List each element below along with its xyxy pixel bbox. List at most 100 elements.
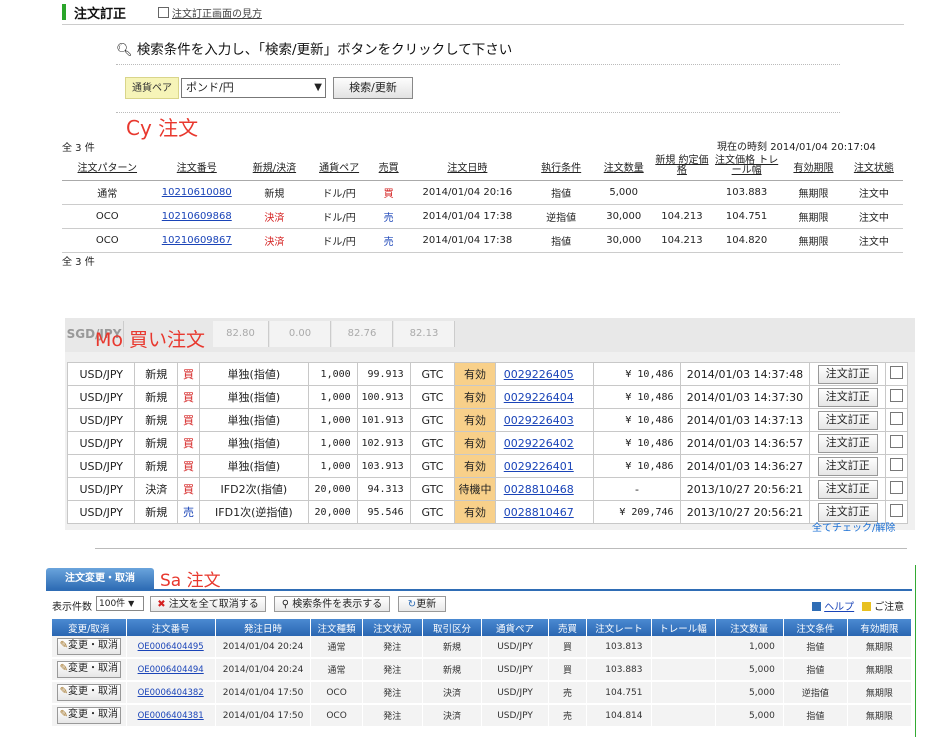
col-header[interactable]: 注文日時 (407, 152, 528, 181)
change-cancel-label: 変更・取消 (67, 686, 118, 697)
col-header[interactable]: 執行条件 (527, 152, 595, 181)
col-header[interactable]: 売買 (370, 152, 407, 181)
col-header: 注文数量 (715, 619, 784, 636)
row-checkbox[interactable] (890, 435, 904, 448)
annotation-mo: Mo 買い注文 (95, 329, 206, 351)
show-conditions-label: 検索条件を表示する (292, 599, 383, 610)
row-checkbox[interactable] (890, 458, 904, 471)
per-page-select[interactable]: 100件 ▼ (96, 596, 144, 611)
table-row: OCO 10210609868 決済 ドル/円 売 2014/01/04 17:… (62, 204, 903, 229)
divider (116, 112, 840, 113)
help-link-label[interactable]: 注文訂正画面の見方 (172, 9, 262, 20)
order-number-link[interactable]: 0029226401 (504, 460, 574, 473)
col-header[interactable]: 注文価格 トレール幅 (711, 152, 783, 181)
currency-pair-label: 通貨ペア (125, 77, 179, 99)
help-link[interactable]: ヘルプ (812, 598, 854, 613)
col-header[interactable]: 通貨ペア (307, 152, 371, 181)
order-edit-button[interactable]: 注文訂正 (817, 364, 878, 384)
order-number-link[interactable]: OE0006404381 (138, 711, 204, 721)
change-cancel-button[interactable]: ✎変更・取消 (56, 707, 121, 724)
search-icon: 🔍︎ (116, 43, 133, 58)
check-all-link[interactable]: 全てチェック/解除 (812, 519, 895, 534)
table-row: ✎変更・取消 OE0006404381 2014/01/04 17:50 OCO… (52, 704, 913, 728)
instruction-label: 検索条件を入力し、「検索/更新」ボタンをクリックして下さい (136, 42, 513, 58)
row-checkbox[interactable] (890, 412, 904, 425)
order-number-link[interactable]: OE0006404382 (138, 688, 204, 698)
pencil-icon: ✎ (59, 640, 68, 651)
table-header-row: 変更/取消 注文番号 発注日時 注文種類 注文状況 取引区分 通貨ペア 売買 注… (52, 619, 913, 636)
col-header[interactable]: 注文番号 (152, 152, 241, 181)
col-header: 発注日時 (215, 619, 312, 636)
sa-order-table: 変更/取消 注文番号 発注日時 注文種類 注文状況 取引区分 通貨ペア 売買 注… (52, 619, 913, 728)
col-header: 変更/取消 (52, 619, 127, 636)
col-header[interactable]: 新規/決済 (240, 152, 308, 181)
order-edit-button[interactable]: 注文訂正 (817, 456, 878, 476)
annotation-sa: Sa 注文 (160, 571, 221, 591)
col-header: 注文番号 (126, 619, 216, 636)
current-time: 現在の時刻 2014/01/04 20:17:04 (717, 138, 876, 153)
cancel-all-label: 注文を全て取消する (168, 599, 259, 610)
col-header[interactable]: 注文パターン (62, 152, 153, 181)
row-checkbox[interactable] (890, 504, 904, 517)
change-cancel-button[interactable]: ✎変更・取消 (56, 684, 121, 701)
notice-label[interactable]: ご注意 (874, 602, 904, 613)
order-number-link[interactable]: 10210609868 (162, 211, 232, 222)
order-number-link[interactable]: 10210610080 (162, 187, 232, 198)
change-cancel-button[interactable]: ✎変更・取消 (56, 638, 121, 655)
help-label[interactable]: ヘルプ (824, 602, 854, 613)
order-edit-button[interactable]: 注文訂正 (817, 410, 878, 430)
row-checkbox[interactable] (890, 366, 904, 379)
table-row: USD/JPY 新規 買 単独(指値) 1,000 103.913 GTC 有効… (66, 454, 908, 478)
annotation-cy: Cy 注文 (126, 116, 199, 140)
row-checkbox[interactable] (890, 481, 904, 494)
order-number-link[interactable]: 0029226403 (504, 414, 574, 427)
order-number-link[interactable]: OE0006404495 (138, 642, 204, 652)
table-row: ✎変更・取消 OE0006404382 2014/01/04 17:50 OCO… (52, 681, 913, 705)
order-edit-button[interactable]: 注文訂正 (817, 433, 878, 453)
col-header[interactable]: 新規 約定価格 (652, 152, 712, 181)
help-icon (812, 602, 821, 611)
order-number-link[interactable]: 0029226402 (504, 437, 574, 450)
order-number-link[interactable]: 0028810467 (504, 506, 574, 519)
table-row: USD/JPY 決済 買 IFD2次(指値) 20,000 94.313 GTC… (66, 477, 908, 501)
tab-order-change-cancel[interactable]: 注文変更・取消 (46, 568, 154, 589)
pencil-icon: ✎ (59, 663, 68, 674)
search-update-button[interactable]: 検索/更新 (333, 77, 413, 99)
col-header: 注文種類 (310, 619, 363, 636)
order-number-link[interactable]: 0028810468 (504, 483, 574, 496)
show-conditions-button[interactable]: ⚲ 検索条件を表示する (274, 596, 390, 612)
warning-icon (862, 602, 871, 611)
per-page-value: 100件 (99, 599, 126, 609)
chevron-down-icon: ▼ (314, 82, 322, 93)
cancel-all-button[interactable]: ✖ 注文を全て取消する (150, 596, 266, 612)
order-edit-button[interactable]: 注文訂正 (817, 387, 878, 407)
rate-strip-value: 0.00 (270, 321, 331, 347)
pencil-icon: ✎ (59, 709, 68, 720)
order-number-link[interactable]: OE0006404494 (138, 665, 204, 675)
col-header[interactable]: 有効期限 (782, 152, 845, 181)
order-number-link[interactable]: 10210609867 (162, 235, 232, 246)
change-cancel-button[interactable]: ✎変更・取消 (56, 661, 121, 678)
per-page-label: 表示件数 (52, 602, 92, 613)
help-link[interactable]: 注文訂正画面の見方 (158, 5, 262, 20)
refresh-icon: ↻ (407, 599, 417, 610)
table-row: USD/JPY 新規 買 単独(指値) 1,000 102.913 GTC 有効… (66, 431, 908, 455)
mo-order-table: USD/JPY 新規 買 単独(指値) 1,000 99.913 GTC 有効 … (66, 362, 908, 524)
section1-header: 注文訂正 注文訂正画面の見方 (62, 0, 904, 25)
refresh-button[interactable]: ↻更新 (398, 596, 446, 612)
refresh-label: 更新 (416, 599, 437, 610)
table-row: USD/JPY 新規 買 単独(指値) 1,000 100.913 GTC 有効… (66, 385, 908, 409)
currency-pair-select[interactable]: ポンド/円 ▼ (181, 78, 326, 98)
order-number-link[interactable]: 0029226404 (504, 391, 574, 404)
order-edit-button[interactable]: 注文訂正 (817, 479, 878, 499)
table-row: OCO 10210609867 決済 ドル/円 売 2014/01/04 17:… (62, 228, 903, 253)
rate-strip-value: 82.13 (394, 321, 455, 347)
row-checkbox[interactable] (890, 389, 904, 402)
title-accent-bar (62, 4, 66, 20)
notice-link[interactable]: ご注意 (862, 598, 904, 613)
change-cancel-label: 変更・取消 (67, 640, 118, 651)
col-header[interactable]: 注文状態 (844, 152, 903, 181)
col-header: 取引区分 (422, 619, 483, 636)
col-header[interactable]: 注文数量 (594, 152, 653, 181)
order-number-link[interactable]: 0029226405 (504, 368, 574, 381)
